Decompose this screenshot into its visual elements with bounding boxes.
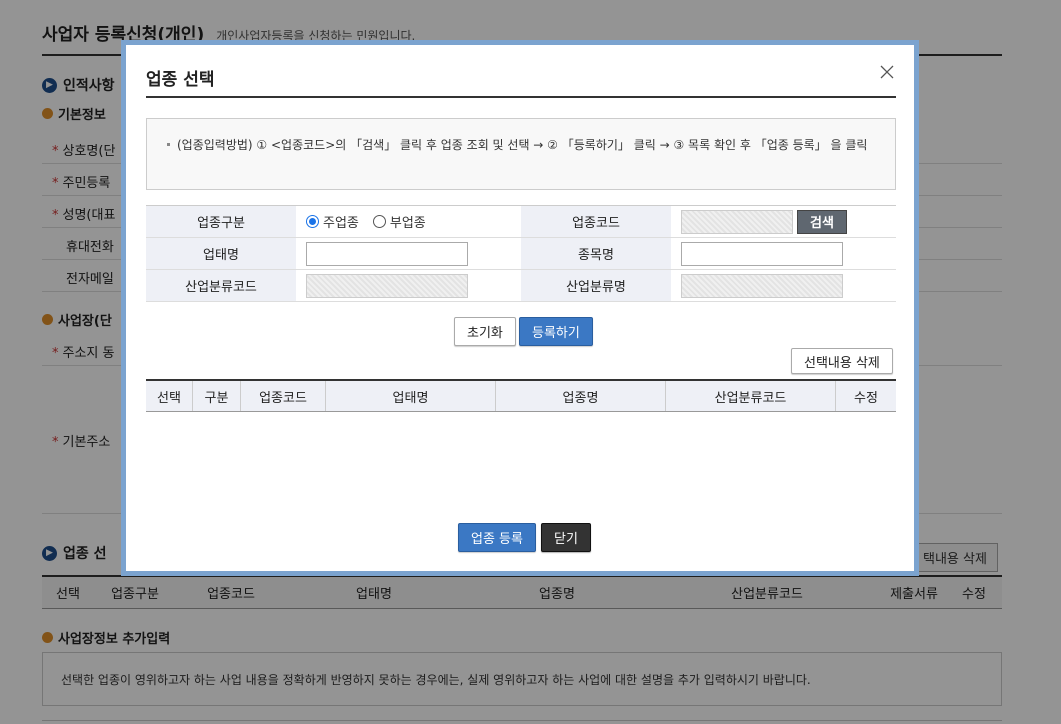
- item-input[interactable]: [681, 241, 843, 266]
- label-code: 업종코드: [521, 206, 671, 237]
- ind-name-input: [681, 273, 843, 298]
- form-row: 업종구분 주업종 부업종 업종코드 검색: [146, 206, 896, 238]
- type-cell: 주업종 부업종: [296, 206, 521, 237]
- search-button[interactable]: 검색: [797, 209, 847, 234]
- item-cell: [671, 238, 896, 269]
- label-type: 업종구분: [146, 206, 296, 237]
- biz-type-input[interactable]: [306, 241, 468, 266]
- ind-name-cell: [671, 270, 896, 301]
- business-type-modal: 업종 선택 (업종입력방법) ① <업종코드>의 「검색」 클릭 후 업종 조회…: [121, 40, 919, 576]
- col-header: 업종명: [496, 381, 666, 411]
- selected-list-header: 선택 구분 업종코드 업태명 업종명 산업분류코드 수정: [146, 379, 896, 412]
- radio-sub-label: 부업종: [389, 216, 426, 231]
- col-header: 구분: [193, 381, 241, 411]
- ind-code-cell: [296, 270, 521, 301]
- modal-title: 업종 선택: [146, 70, 215, 90]
- modal-title-divider: [146, 96, 896, 98]
- form-row: 업태명 종목명: [146, 238, 896, 270]
- label-ind-name: 산업분류명: [521, 270, 671, 301]
- label-ind-code: 산업분류코드: [146, 270, 296, 301]
- business-form: 업종구분 주업종 부업종 업종코드 검색 업태명 종목명 산업분류코드 산업분류…: [146, 205, 896, 302]
- close-button[interactable]: 닫기: [541, 523, 591, 552]
- ind-code-input: [306, 273, 468, 298]
- form-row: 산업분류코드 산업분류명: [146, 270, 896, 302]
- radio-unchecked-icon[interactable]: [372, 215, 386, 228]
- radio-main[interactable]: 주업종: [306, 212, 359, 231]
- col-header: 업태명: [326, 381, 496, 411]
- delete-selected-button[interactable]: 선택내용 삭제: [791, 348, 893, 374]
- radio-checked-icon[interactable]: [306, 215, 319, 228]
- reset-button[interactable]: 초기화: [454, 317, 516, 346]
- label-biz-type: 업태명: [146, 238, 296, 269]
- label-item: 종목명: [521, 238, 671, 269]
- col-header: 업종코드: [241, 381, 326, 411]
- register-button[interactable]: 등록하기: [519, 317, 593, 346]
- radio-main-label: 주업종: [323, 216, 359, 231]
- code-input: [681, 209, 793, 234]
- guide-text: (업종입력방법) ① <업종코드>의 「검색」 클릭 후 업종 조회 및 선택 …: [177, 138, 868, 152]
- col-header: 선택: [146, 381, 193, 411]
- guide-box: (업종입력방법) ① <업종코드>의 「검색」 클릭 후 업종 조회 및 선택 …: [146, 118, 896, 190]
- radio-sub[interactable]: 부업종: [372, 212, 426, 231]
- code-cell: 검색: [671, 206, 896, 237]
- bullet-icon: [167, 143, 170, 146]
- submit-business-button[interactable]: 업종 등록: [458, 523, 536, 552]
- biz-type-cell: [296, 238, 521, 269]
- close-icon[interactable]: [878, 63, 896, 81]
- col-header: 수정: [854, 390, 878, 406]
- col-header: 산업분류코드: [666, 381, 836, 411]
